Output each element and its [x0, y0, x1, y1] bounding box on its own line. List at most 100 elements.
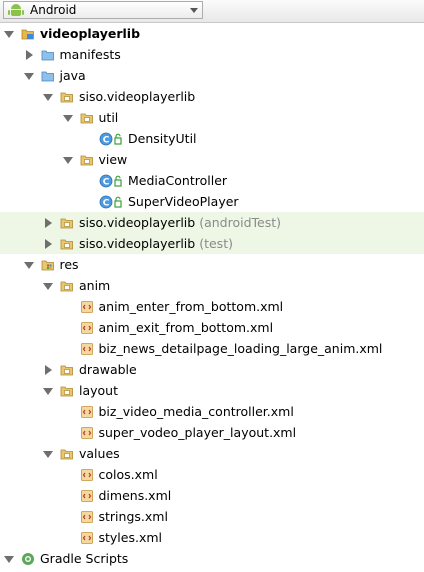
tree-row-class-supervideoplayer[interactable]: C SuperVideoPlayer — [0, 191, 424, 212]
tree-row-folder-res[interactable]: res — [0, 254, 424, 275]
tree-row-label: values — [79, 446, 120, 461]
source-set-suffix: (androidTest) — [199, 215, 282, 230]
expand-arrow-icon[interactable] — [62, 112, 74, 124]
view-selector-dropdown[interactable]: Android — [3, 1, 203, 19]
tree-row-folder-manifests[interactable]: manifests — [0, 44, 424, 65]
tree-row-file-strings[interactable]: strings.xml — [0, 506, 424, 527]
tree-row-folder-values[interactable]: values — [0, 443, 424, 464]
tree-row-class-mediacontroller[interactable]: C MediaController — [0, 170, 424, 191]
tree-row-label: MediaController — [128, 173, 228, 188]
tree-row-folder-layout[interactable]: layout — [0, 380, 424, 401]
collapse-arrow-icon[interactable] — [42, 217, 54, 229]
tree-row-label: util — [98, 110, 119, 125]
tree-row-package-siso-videoplayerlib[interactable]: siso.videoplayerlib — [0, 86, 424, 107]
tree-row-label: anim — [79, 278, 111, 293]
xml-file-icon — [80, 510, 94, 524]
tree-row-package-util[interactable]: util — [0, 107, 424, 128]
collapse-arrow-icon[interactable] — [42, 364, 54, 376]
package-icon — [80, 153, 94, 167]
package-icon — [80, 111, 94, 125]
expand-arrow-icon[interactable] — [3, 28, 15, 40]
tree-row-file-super-vodeo-player-layout[interactable]: super_vodeo_player_layout.xml — [0, 422, 424, 443]
tree-row-folder-java[interactable]: java — [0, 65, 424, 86]
module-folder-icon — [21, 27, 35, 41]
folder-icon — [41, 69, 55, 83]
project-toolbar: Android — [0, 0, 424, 23]
collapse-arrow-icon[interactable] — [23, 49, 35, 61]
tree-row-file-dimens[interactable]: dimens.xml — [0, 485, 424, 506]
tree-row-folder-anim[interactable]: anim — [0, 275, 424, 296]
tree-row-label: styles.xml — [98, 530, 163, 545]
xml-file-icon — [80, 531, 94, 545]
view-selector-value: Android — [30, 3, 77, 17]
tree-row-module-videoplayerlib[interactable]: videoplayerlib — [0, 23, 424, 44]
svg-text:C: C — [103, 198, 110, 208]
tree-row-label: anim_enter_from_bottom.xml — [98, 299, 284, 314]
tree-row-label: DensityUtil — [128, 131, 197, 146]
xml-file-icon — [80, 321, 94, 335]
tree-row-label: siso.videoplayerlib — [79, 236, 196, 251]
xml-file-icon — [80, 426, 94, 440]
expand-arrow-icon[interactable] — [62, 154, 74, 166]
source-set-suffix: (test) — [199, 236, 233, 251]
tree-row-label: java — [59, 68, 86, 83]
tree-row-label: super_vodeo_player_layout.xml — [98, 425, 297, 440]
tree-row-label: biz_video_media_controller.xml — [98, 404, 294, 419]
res-folder-icon — [41, 258, 55, 272]
class-icon: C — [99, 174, 123, 188]
expand-arrow-icon[interactable] — [3, 553, 15, 565]
xml-file-icon — [80, 342, 94, 356]
tree-row-package-siso-videoplayerlib-androidtest[interactable]: siso.videoplayerlib (androidTest) — [0, 212, 424, 233]
tree-row-label: biz_news_detailpage_loading_large_anim.x… — [98, 341, 383, 356]
tree-row-file-biz-video-media-controller[interactable]: biz_video_media_controller.xml — [0, 401, 424, 422]
expand-arrow-icon[interactable] — [42, 448, 54, 460]
tree-row-file-anim-exit-from-bottom[interactable]: anim_exit_from_bottom.xml — [0, 317, 424, 338]
tree-row-label: manifests — [59, 47, 121, 62]
tree-row-label: anim_exit_from_bottom.xml — [98, 320, 274, 335]
android-icon — [8, 3, 24, 17]
collapse-arrow-icon[interactable] — [42, 238, 54, 250]
xml-file-icon — [80, 468, 94, 482]
package-icon — [60, 447, 74, 461]
tree-row-label: siso.videoplayerlib — [79, 215, 196, 230]
tree-row-label: layout — [79, 383, 119, 398]
expand-arrow-icon[interactable] — [42, 385, 54, 397]
expand-arrow-icon[interactable] — [23, 259, 35, 271]
tree-row-file-biz-news-detailpage-loading[interactable]: biz_news_detailpage_loading_large_anim.x… — [0, 338, 424, 359]
tree-row-file-colos[interactable]: colos.xml — [0, 464, 424, 485]
expand-arrow-icon[interactable] — [23, 70, 35, 82]
chevron-down-icon[interactable] — [190, 8, 198, 13]
package-icon — [60, 279, 74, 293]
tree-row-label: view — [98, 152, 128, 167]
package-icon — [60, 363, 74, 377]
class-icon: C — [99, 132, 123, 146]
svg-text:C: C — [103, 177, 110, 187]
tree-row-package-siso-videoplayerlib-test[interactable]: siso.videoplayerlib (test) — [0, 233, 424, 254]
xml-file-icon — [80, 489, 94, 503]
tree-row-label: SuperVideoPlayer — [128, 194, 239, 209]
tree-row-label: videoplayerlib — [40, 26, 141, 41]
tree-row-folder-drawable[interactable]: drawable — [0, 359, 424, 380]
package-icon — [60, 90, 74, 104]
tree-row-package-view[interactable]: view — [0, 149, 424, 170]
folder-icon — [41, 48, 55, 62]
tree-row-label: colos.xml — [98, 467, 158, 482]
expand-arrow-icon[interactable] — [42, 91, 54, 103]
tree-row-class-densityutil[interactable]: C DensityUtil — [0, 128, 424, 149]
package-icon — [60, 216, 74, 230]
expand-arrow-icon[interactable] — [42, 280, 54, 292]
tree-row-file-anim-enter-from-bottom[interactable]: anim_enter_from_bottom.xml — [0, 296, 424, 317]
tree-row-file-styles[interactable]: styles.xml — [0, 527, 424, 548]
tree-row-gradle-scripts[interactable]: Gradle Scripts — [0, 548, 424, 569]
